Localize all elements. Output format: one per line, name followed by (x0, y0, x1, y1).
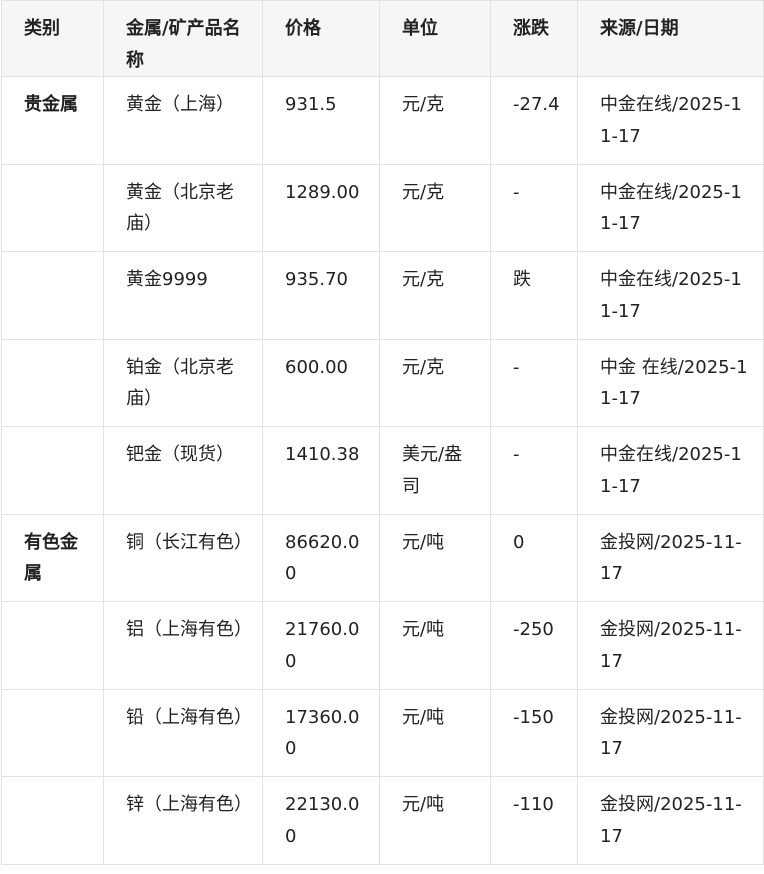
cell-source-date: 中金在线/2025-11-17 (577, 76, 764, 165)
cell-price: 935.70 (262, 251, 380, 340)
table-row: 钯金（现货） 1410.38 美元/盎司 - 中金在线/2025-11-17 (1, 426, 764, 515)
table-row: 铅（上海有色） 17360.00 元/吨 -150 金投网/2025-11-17 (1, 688, 764, 777)
header-price: 价格 (262, 0, 380, 77)
cell-source-date: 金投网/2025-11-17 (577, 513, 764, 602)
header-row: 类别 金属/矿产品名称 价格 单位 涨跌 来源/日期 (1, 0, 764, 77)
table-row: 黄金（北京老庙） 1289.00 元/克 - 中金在线/2025-11-17 (1, 163, 764, 252)
cell-category (1, 426, 104, 515)
cell-name: 黄金9999 (103, 251, 263, 340)
table-row: 锌（上海有色） 22130.00 元/吨 -110 金投网/2025-11-17 (1, 776, 764, 865)
cell-unit: 元/克 (379, 338, 491, 427)
cell-change: -110 (490, 776, 578, 865)
cell-category (1, 776, 104, 865)
header-unit: 单位 (379, 0, 491, 77)
cell-unit: 元/吨 (379, 513, 491, 602)
header-name: 金属/矿产品名称 (103, 0, 263, 77)
cell-category (1, 163, 104, 252)
cell-name: 钯金（现货） (103, 426, 263, 515)
cell-category (1, 251, 104, 340)
cell-source-date: 中金在线/2025-11-17 (577, 163, 764, 252)
metal-price-table: 类别 金属/矿产品名称 价格 单位 涨跌 来源/日期 贵金属 黄金（上海） 93… (1, 0, 764, 865)
cell-change: 跌 (490, 251, 578, 340)
cell-change: -150 (490, 688, 578, 777)
cell-price: 600.00 (262, 338, 380, 427)
cell-price: 86620.00 (262, 513, 380, 602)
cell-change: - (490, 338, 578, 427)
cell-change: -250 (490, 601, 578, 690)
table-row: 铝（上海有色） 21760.00 元/吨 -250 金投网/2025-11-17 (1, 601, 764, 690)
table-row: 铂金（北京老庙） 600.00 元/克 - 中金 在线/2025-11-17 (1, 338, 764, 427)
cell-source-date: 金投网/2025-11-17 (577, 688, 764, 777)
cell-unit: 元/吨 (379, 776, 491, 865)
cell-name: 铅（上海有色） (103, 688, 263, 777)
cell-unit: 元/克 (379, 163, 491, 252)
cell-name: 铂金（北京老庙） (103, 338, 263, 427)
cell-name: 黄金（上海） (103, 76, 263, 165)
cell-category (1, 688, 104, 777)
cell-change: 0 (490, 513, 578, 602)
cell-name: 铜（长江有色） (103, 513, 263, 602)
cell-price: 1410.38 (262, 426, 380, 515)
cell-change: -27.4 (490, 76, 578, 165)
cell-source-date: 中金在线/2025-11-17 (577, 251, 764, 340)
cell-source-date: 中金在线/2025-11-17 (577, 426, 764, 515)
cell-change: - (490, 426, 578, 515)
cell-unit: 美元/盎司 (379, 426, 491, 515)
table-row: 黄金9999 935.70 元/克 跌 中金在线/2025-11-17 (1, 251, 764, 340)
cell-source-date: 金投网/2025-11-17 (577, 776, 764, 865)
cell-category (1, 601, 104, 690)
header-change: 涨跌 (490, 0, 578, 77)
table-row: 贵金属 黄金（上海） 931.5 元/克 -27.4 中金在线/2025-11-… (1, 76, 764, 165)
cell-price: 1289.00 (262, 163, 380, 252)
cell-price: 21760.00 (262, 601, 380, 690)
table-body: 贵金属 黄金（上海） 931.5 元/克 -27.4 中金在线/2025-11-… (1, 76, 764, 865)
table-row: 有色金属 铜（长江有色） 86620.00 元/吨 0 金投网/2025-11-… (1, 513, 764, 602)
cell-category: 有色金属 (1, 513, 104, 602)
cell-source-date: 金投网/2025-11-17 (577, 601, 764, 690)
cell-name: 锌（上海有色） (103, 776, 263, 865)
cell-category: 贵金属 (1, 76, 104, 165)
cell-source-date: 中金 在线/2025-11-17 (577, 338, 764, 427)
cell-price: 17360.00 (262, 688, 380, 777)
cell-name: 铝（上海有色） (103, 601, 263, 690)
cell-unit: 元/吨 (379, 601, 491, 690)
cell-price: 931.5 (262, 76, 380, 165)
cell-unit: 元/克 (379, 76, 491, 165)
cell-unit: 元/克 (379, 251, 491, 340)
header-source-date: 来源/日期 (577, 0, 764, 77)
cell-price: 22130.00 (262, 776, 380, 865)
cell-change: - (490, 163, 578, 252)
cell-unit: 元/吨 (379, 688, 491, 777)
table-header: 类别 金属/矿产品名称 价格 单位 涨跌 来源/日期 (1, 0, 764, 77)
cell-category (1, 338, 104, 427)
cell-name: 黄金（北京老庙） (103, 163, 263, 252)
header-category: 类别 (1, 0, 104, 77)
